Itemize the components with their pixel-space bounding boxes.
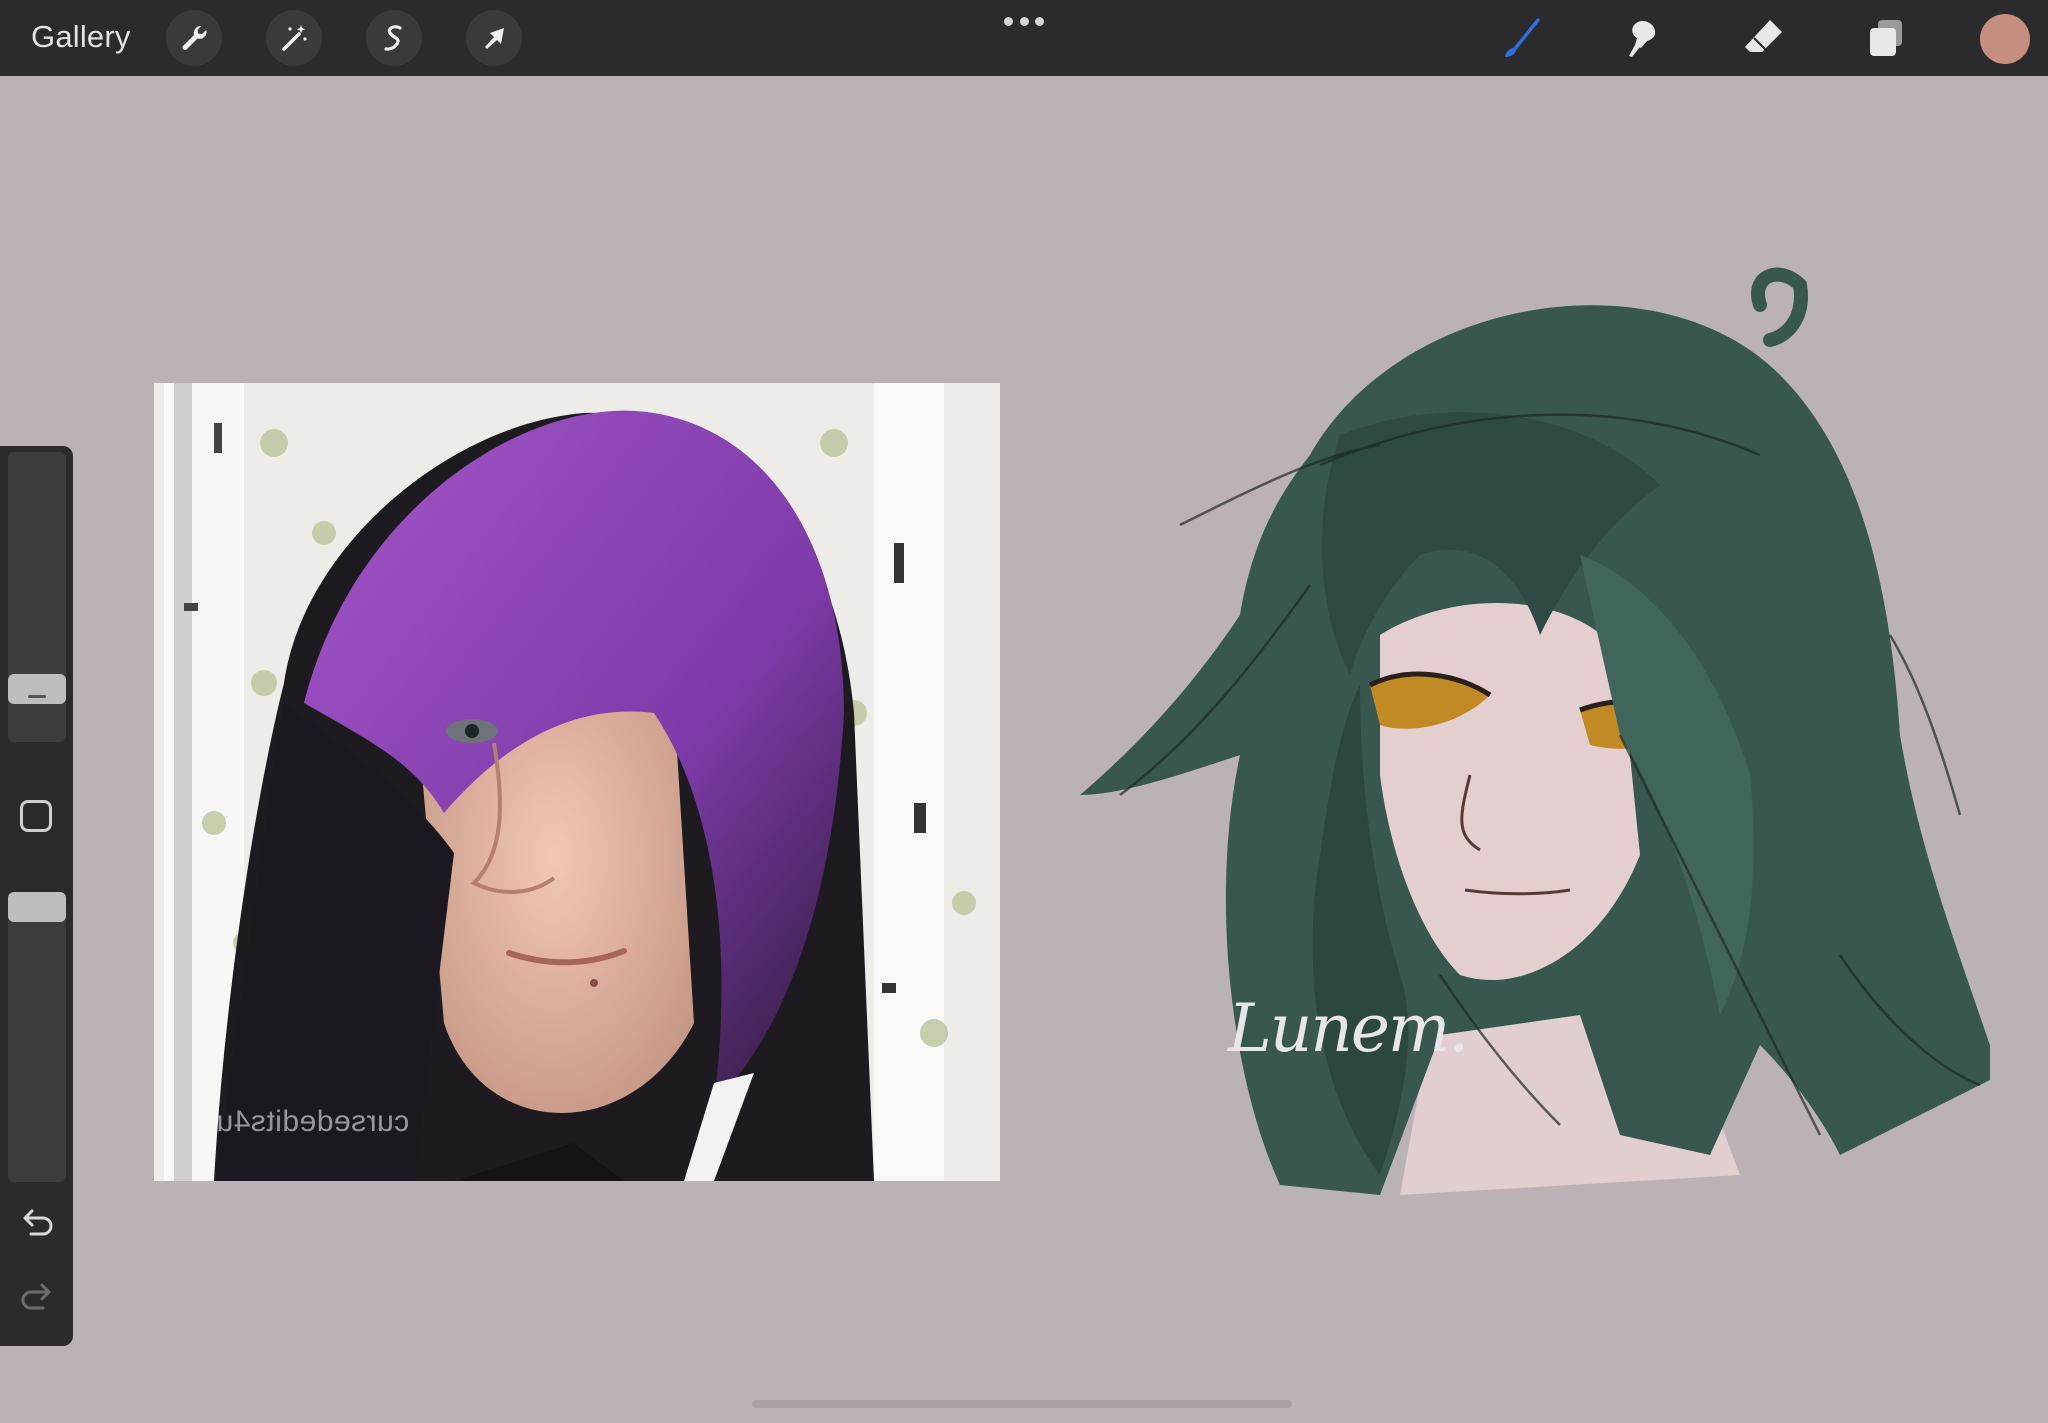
- smudge-icon: [1629, 21, 1656, 57]
- magic-wand-icon: [282, 25, 307, 51]
- color-swatch[interactable]: [1980, 14, 2030, 64]
- artist-signature: Lunem.: [1228, 990, 1469, 1067]
- undo-icon[interactable]: [16, 1206, 58, 1242]
- character-drawing: Lunem.: [1060, 255, 1990, 1235]
- brush-icon: [1505, 18, 1540, 57]
- home-indicator[interactable]: [752, 1400, 1292, 1408]
- layers-button[interactable]: [1860, 12, 1912, 64]
- eraser-icon: [1745, 20, 1782, 52]
- top-toolbar: Gallery: [0, 0, 2048, 76]
- wrench-icon: [182, 25, 207, 51]
- reference-photo: cursededits4u: [154, 383, 1000, 1181]
- opacity-slider[interactable]: [8, 892, 66, 1182]
- brush-tool-button[interactable]: [1494, 12, 1546, 64]
- eraser-tool-button[interactable]: [1738, 12, 1790, 64]
- transform-arrow-icon: [485, 28, 504, 49]
- smudge-tool-button[interactable]: [1616, 12, 1668, 64]
- redo-icon[interactable]: [16, 1280, 58, 1316]
- opacity-handle[interactable]: [8, 892, 66, 922]
- transform-button[interactable]: [466, 10, 522, 66]
- adjustments-button[interactable]: [266, 10, 322, 66]
- selection-button[interactable]: [366, 10, 422, 66]
- brush-size-handle[interactable]: [8, 674, 66, 704]
- drawing-artwork: [1080, 267, 1990, 1195]
- selection-icon: [384, 25, 402, 51]
- layers-icon: [1870, 20, 1902, 56]
- photo-image: [154, 383, 1000, 1181]
- photo-watermark: cursededits4u: [216, 1105, 410, 1138]
- gallery-button[interactable]: Gallery: [31, 19, 131, 55]
- actions-wrench-button[interactable]: [166, 10, 222, 66]
- more-options-icon[interactable]: [1004, 17, 1044, 27]
- left-sidebar: [0, 446, 73, 1346]
- modify-square-icon[interactable]: [20, 800, 52, 832]
